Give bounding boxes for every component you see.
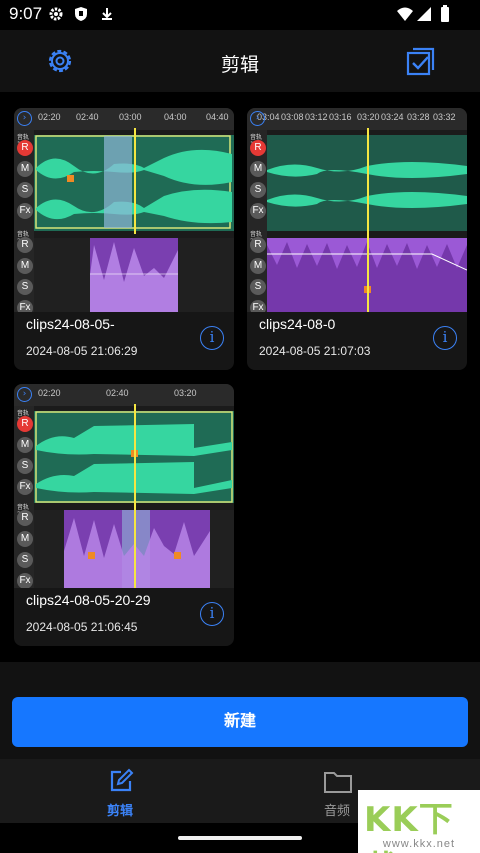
- record-button[interactable]: R: [250, 237, 266, 253]
- project-card[interactable]: 02:20 02:40 03:00 04:00 04:40 › 音轨 R M S…: [14, 108, 234, 370]
- solo-button[interactable]: S: [17, 552, 33, 568]
- track-controls: 音轨 1 R M S Fx 音轨 2 R M S Fx: [14, 406, 34, 588]
- record-button[interactable]: R: [17, 510, 33, 526]
- solo-button[interactable]: S: [250, 279, 266, 295]
- mute-button[interactable]: M: [17, 437, 33, 453]
- track-controls: 音轨 1 R M S Fx 音轨 2 R M S Fx: [247, 130, 267, 312]
- shield-status-icon: [75, 7, 87, 21]
- mute-button[interactable]: M: [17, 161, 33, 177]
- edit-icon: [110, 768, 134, 792]
- tab-edit[interactable]: 剪辑: [22, 759, 218, 823]
- mute-button[interactable]: M: [250, 161, 266, 177]
- solo-button[interactable]: S: [250, 182, 266, 198]
- solo-button[interactable]: S: [17, 279, 33, 295]
- fx-button[interactable]: Fx: [17, 479, 33, 495]
- ruler-tick: 03:16: [329, 112, 352, 122]
- fx-button[interactable]: Fx: [250, 203, 266, 219]
- ruler-tick: 03:08: [281, 112, 304, 122]
- project-thumbnail: 02:20 02:40 03:20 › 音轨 R M S Fx 音轨 R M S…: [14, 384, 234, 588]
- status-bar: 9:07: [0, 0, 480, 30]
- chevron-right-icon: ›: [250, 111, 265, 126]
- chevron-right-icon: ›: [17, 111, 32, 126]
- playhead: [134, 128, 136, 234]
- mute-button[interactable]: M: [17, 531, 33, 547]
- ruler-tick: 03:32: [433, 112, 456, 122]
- ruler-tick: 03:20: [357, 112, 380, 122]
- project-card[interactable]: 02:20 02:40 03:20 › 音轨 R M S Fx 音轨 R M S…: [14, 384, 234, 646]
- info-icon[interactable]: i: [200, 326, 224, 350]
- solo-button[interactable]: S: [17, 182, 33, 198]
- ruler-tick: 03:28: [407, 112, 430, 122]
- battery-icon: [441, 5, 449, 22]
- download-status-icon: [102, 8, 112, 20]
- ruler-tick: 04:40: [206, 112, 229, 122]
- watermark-url: www.kkx.net: [382, 838, 456, 850]
- new-project-button[interactable]: 新建: [12, 697, 468, 747]
- record-button[interactable]: R: [250, 140, 266, 156]
- app-header: 剪辑: [0, 30, 480, 92]
- mute-button[interactable]: M: [17, 258, 33, 274]
- project-date: 2024-08-05 21:06:29: [26, 344, 138, 358]
- home-indicator[interactable]: [178, 836, 302, 840]
- project-date: 2024-08-05 21:07:03: [259, 344, 371, 358]
- chevron-right-icon: ›: [17, 387, 32, 402]
- fx-button[interactable]: Fx: [17, 203, 33, 219]
- projects-grid: 02:20 02:40 03:00 04:00 04:40 › 音轨 R M S…: [0, 92, 480, 662]
- folder-icon: [324, 772, 352, 793]
- playhead: [367, 128, 369, 312]
- record-button[interactable]: R: [17, 416, 33, 432]
- project-thumbnail: 03:04 03:08 03:12 03:16 03:20 03:24 03:2…: [247, 108, 467, 312]
- project-name: clips24-08-0: [259, 316, 336, 332]
- app-root: 9:07 剪辑 02:20 02:40 03:00 04:00 04:40 › …: [0, 0, 480, 853]
- ruler-tick: 03:00: [119, 112, 142, 122]
- multi-select-icon[interactable]: [404, 44, 438, 78]
- info-icon[interactable]: i: [433, 326, 457, 350]
- project-date: 2024-08-05 21:06:45: [26, 620, 138, 634]
- timeline-ruler: 02:20 02:40 03:20: [14, 384, 234, 406]
- record-button[interactable]: R: [17, 140, 33, 156]
- tab-edit-label: 剪辑: [106, 804, 133, 819]
- ruler-tick: 02:40: [76, 112, 99, 122]
- ruler-tick: 03:12: [305, 112, 328, 122]
- timeline-ruler: 02:20 02:40 03:00 04:00 04:40: [14, 108, 234, 130]
- wifi-icon: [397, 7, 413, 21]
- status-time: 9:07: [9, 4, 43, 23]
- project-thumbnail: 02:20 02:40 03:00 04:00 04:40 › 音轨 R M S…: [14, 108, 234, 312]
- project-name: clips24-08-05-20-29: [26, 592, 151, 608]
- timeline-ruler: 03:04 03:08 03:12 03:16 03:20 03:24 03:2…: [247, 108, 467, 130]
- playhead: [134, 404, 136, 588]
- solo-button[interactable]: S: [17, 458, 33, 474]
- project-card[interactable]: 03:04 03:08 03:12 03:16 03:20 03:24 03:2…: [247, 108, 467, 370]
- ruler-tick: 02:40: [106, 388, 129, 398]
- signal-icon: [417, 7, 431, 21]
- record-button[interactable]: R: [17, 237, 33, 253]
- gear-status-icon: [49, 7, 63, 21]
- ruler-tick: 03:24: [381, 112, 404, 122]
- fx-button[interactable]: Fx: [250, 300, 266, 312]
- watermark: KK下载 www.kkx.net: [358, 790, 480, 853]
- fx-button[interactable]: Fx: [17, 300, 33, 312]
- project-name: clips24-08-05-: [26, 316, 115, 332]
- ruler-tick: 02:20: [38, 388, 61, 398]
- fx-button[interactable]: Fx: [17, 573, 33, 588]
- info-icon[interactable]: i: [200, 602, 224, 626]
- ruler-tick: 02:20: [38, 112, 61, 122]
- mute-button[interactable]: M: [250, 258, 266, 274]
- ruler-tick: 03:20: [174, 388, 197, 398]
- ruler-tick: 04:00: [164, 112, 187, 122]
- track-controls: 音轨 1 R M S Fx 音轨 2 R M S Fx: [14, 130, 34, 312]
